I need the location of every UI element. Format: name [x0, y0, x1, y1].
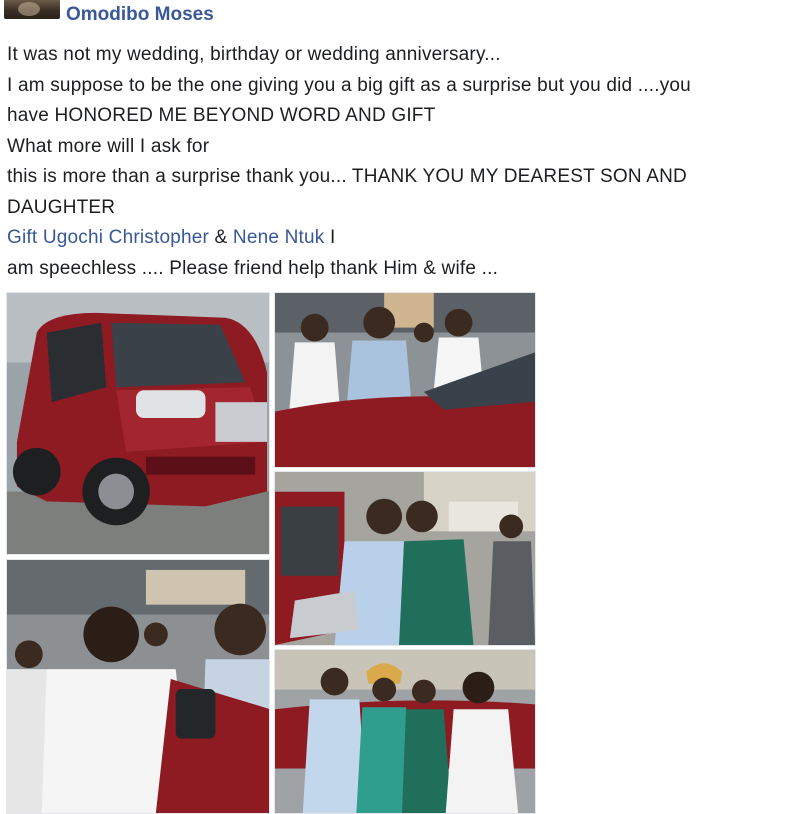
post-header: Omodibo Moses	[0, 0, 214, 30]
post-line: It was not my wedding, birthday or weddi…	[7, 44, 501, 65]
photo-gallery	[6, 292, 536, 814]
mention-gift-ugochi-christopher[interactable]: Gift Ugochi Christopher	[7, 227, 209, 248]
post-line: I am suppose to be the one giving you a …	[7, 74, 691, 96]
mentions-line: Gift Ugochi Christopher & Nene Ntuk I	[7, 223, 787, 254]
post-text: It was not my wedding, birthday or weddi…	[7, 40, 787, 284]
mention-separator: &	[209, 227, 233, 248]
two-men-embrace-photo[interactable]	[274, 471, 536, 646]
mention-nene-ntuk[interactable]: Nene Ntuk	[233, 227, 325, 248]
family-group-photo[interactable]	[274, 649, 536, 814]
red-suv-image	[7, 293, 269, 554]
couple-at-car-image	[275, 293, 535, 467]
woman-at-car-door-image	[7, 560, 269, 813]
woman-at-car-door-photo[interactable]	[6, 559, 270, 814]
mention-tail: I	[324, 227, 336, 248]
post-line: this is more than a surprise thank you..…	[7, 166, 687, 187]
couple-at-car-photo[interactable]	[274, 292, 536, 468]
family-group-image	[275, 650, 535, 813]
red-suv-photo[interactable]	[6, 292, 270, 555]
post-line: have HONORED ME BEYOND WORD AND GIFT	[7, 105, 436, 126]
post-line: DAUGHTER	[7, 196, 116, 218]
post-line: am speechless .... Please friend help th…	[7, 257, 499, 279]
author-name[interactable]: Omodibo Moses	[66, 4, 214, 26]
post-line: What more will I ask for	[7, 135, 210, 157]
avatar[interactable]	[4, 0, 60, 19]
two-men-embrace-image	[275, 472, 535, 645]
